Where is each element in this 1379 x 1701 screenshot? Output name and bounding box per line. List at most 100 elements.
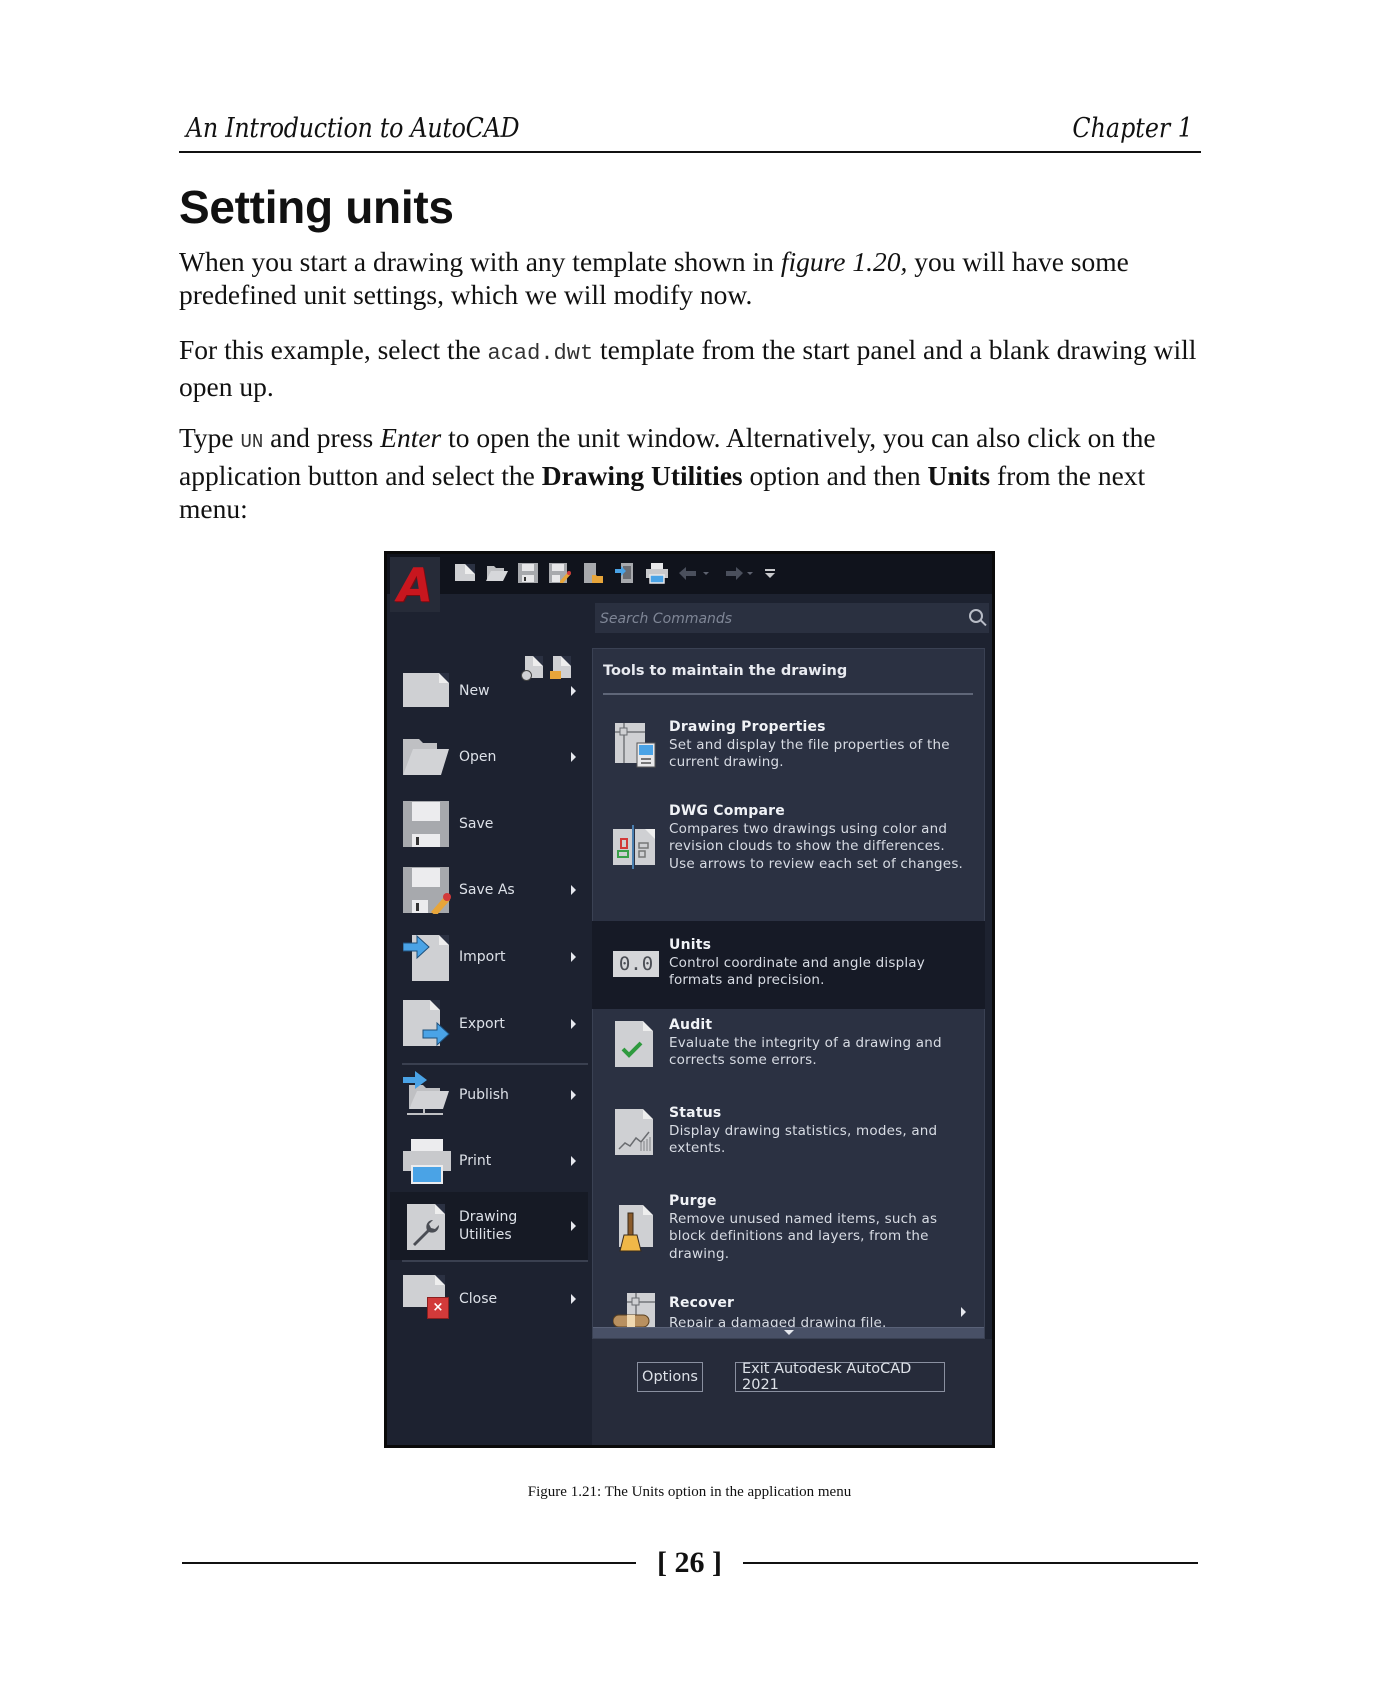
save-as-icon bbox=[403, 866, 451, 916]
autocad-logo-icon: A bbox=[397, 557, 433, 612]
tool-purge[interactable]: Purge Remove unused named items, such as… bbox=[593, 1187, 984, 1293]
submenu-arrow-icon bbox=[571, 752, 576, 762]
submenu-arrow-icon bbox=[571, 686, 576, 696]
exit-autocad-button[interactable]: Exit Autodesk AutoCAD 2021 bbox=[735, 1361, 945, 1393]
tool-name: Audit bbox=[669, 1017, 713, 1033]
tool-description: Set and display the file properties of t… bbox=[669, 736, 950, 771]
publish-icon bbox=[403, 1071, 451, 1119]
search-commands-box[interactable] bbox=[595, 603, 989, 635]
open-icon[interactable] bbox=[485, 562, 509, 584]
footer-rule-left bbox=[182, 1562, 636, 1564]
audit-icon bbox=[613, 1021, 657, 1069]
search-icon[interactable] bbox=[969, 609, 983, 623]
ui-term: Drawing Utilities bbox=[541, 460, 743, 491]
application-button[interactable]: A bbox=[390, 557, 440, 612]
menu-item-export[interactable]: Export bbox=[403, 994, 588, 1054]
menu-item-label: Save As bbox=[459, 882, 515, 898]
redo-icon[interactable] bbox=[721, 562, 745, 584]
paragraph-text: Type bbox=[179, 422, 241, 453]
customize-toolbar-icon[interactable] bbox=[763, 562, 777, 584]
tool-description: Evaluate the integrity of a drawing and … bbox=[669, 1034, 942, 1069]
save-as-icon[interactable] bbox=[547, 562, 571, 584]
menu-item-publish[interactable]: Publish bbox=[403, 1065, 588, 1125]
page-number: [ 26 ] bbox=[657, 1546, 722, 1579]
print-icon bbox=[403, 1137, 451, 1185]
undo-icon[interactable] bbox=[677, 562, 701, 584]
close-document-icon: × bbox=[403, 1275, 451, 1323]
tool-audit[interactable]: Audit Evaluate the integrity of a drawin… bbox=[593, 1011, 984, 1099]
submenu-title: Tools to maintain the drawing bbox=[603, 663, 848, 679]
figure-caption: Figure 1.21: The Units option in the app… bbox=[527, 1484, 852, 1500]
menu-item-label: Save bbox=[459, 816, 494, 832]
paragraph-text: and press bbox=[263, 422, 381, 453]
tool-name: Recover bbox=[669, 1295, 735, 1311]
drawing-properties-icon bbox=[613, 721, 657, 769]
inline-code: UN bbox=[240, 431, 264, 453]
tool-name: Status bbox=[669, 1105, 722, 1121]
paragraph-3: Type UN and press Enter to open the unit… bbox=[179, 421, 1209, 525]
submenu-arrow-icon bbox=[571, 1090, 576, 1100]
menu-separator bbox=[402, 1260, 588, 1262]
menu-item-open[interactable]: Open bbox=[403, 727, 588, 787]
figure-reference: figure 1.20, bbox=[780, 246, 908, 277]
section-title: Setting units bbox=[179, 181, 454, 233]
redo-dropdown-icon[interactable] bbox=[745, 562, 755, 584]
menu-item-label: Drawing Utilities bbox=[459, 1209, 518, 1243]
menu-item-label: Close bbox=[459, 1291, 498, 1307]
plot-icon[interactable] bbox=[645, 562, 669, 584]
scroll-down-button[interactable] bbox=[593, 1327, 984, 1338]
menu-item-label: Export bbox=[459, 1016, 505, 1032]
wrench-document-icon bbox=[403, 1202, 451, 1250]
open-from-cloud-icon[interactable] bbox=[581, 562, 605, 584]
application-menu-screenshot: A New Open Save Save As bbox=[384, 551, 995, 1448]
submenu-title-rule bbox=[603, 693, 973, 695]
menu-item-save[interactable]: Save bbox=[403, 794, 588, 854]
paragraph-2: For this example, select the acad.dwt te… bbox=[179, 333, 1209, 403]
menu-item-save-as[interactable]: Save As bbox=[403, 860, 588, 920]
tool-name: DWG Compare bbox=[669, 803, 785, 819]
header-rule bbox=[179, 151, 1201, 153]
menu-item-print[interactable]: Print bbox=[403, 1131, 588, 1191]
tool-dwg-compare[interactable]: DWG Compare Compares two drawings using … bbox=[593, 795, 984, 903]
menu-item-label: New bbox=[459, 683, 490, 699]
ui-term: Units bbox=[927, 460, 991, 491]
menu-item-import[interactable]: Import bbox=[403, 927, 588, 987]
save-icon[interactable] bbox=[516, 562, 540, 584]
export-icon bbox=[403, 1000, 451, 1048]
options-button[interactable]: Options bbox=[637, 1362, 703, 1392]
menu-item-close[interactable]: × Close bbox=[403, 1269, 588, 1329]
dwg-compare-icon bbox=[613, 825, 657, 873]
tool-description: Remove unused named items, such as block… bbox=[669, 1210, 938, 1262]
menu-item-label: Import bbox=[459, 949, 506, 965]
tool-status[interactable]: Status Display drawing statistics, modes… bbox=[593, 1099, 984, 1187]
menu-item-label: Publish bbox=[459, 1087, 509, 1103]
submenu-arrow-icon bbox=[571, 1156, 576, 1166]
tool-description: Display drawing statistics, modes, and e… bbox=[669, 1122, 938, 1157]
running-header-title: An Introduction to AutoCAD bbox=[186, 113, 520, 144]
submenu-arrow-icon bbox=[571, 885, 576, 895]
paragraph-text: For this example, select the bbox=[179, 334, 488, 365]
submenu-arrow-icon bbox=[571, 1294, 576, 1304]
footer-rule-right bbox=[743, 1562, 1198, 1564]
new-document-icon bbox=[403, 667, 451, 715]
units-icon: 0.0 bbox=[613, 951, 659, 977]
submenu-arrow-icon bbox=[571, 1221, 576, 1231]
inline-code: acad.dwt bbox=[487, 341, 594, 366]
tool-units[interactable]: 0.0 Units Control coordinate and angle d… bbox=[592, 921, 985, 1009]
drawing-utilities-submenu: Tools to maintain the drawing Drawing Pr… bbox=[592, 648, 985, 1339]
menu-item-drawing-utilities[interactable]: Drawing Utilities bbox=[390, 1192, 588, 1260]
undo-dropdown-icon[interactable] bbox=[701, 562, 711, 584]
status-icon bbox=[613, 1109, 657, 1157]
tool-description: Control coordinate and angle display for… bbox=[669, 954, 925, 989]
quick-access-toolbar bbox=[387, 554, 992, 594]
new-icon[interactable] bbox=[453, 562, 477, 584]
tool-recover[interactable]: Recover Repair a damaged drawing file. bbox=[593, 1293, 984, 1333]
save-icon bbox=[403, 800, 451, 848]
search-commands-input[interactable] bbox=[598, 603, 942, 635]
key-name: Enter bbox=[380, 422, 442, 453]
submenu-arrow-icon bbox=[961, 1307, 966, 1317]
menu-item-new[interactable]: New bbox=[403, 661, 588, 721]
paragraph-1: When you start a drawing with any templa… bbox=[179, 245, 1209, 311]
save-to-cloud-icon[interactable] bbox=[613, 562, 637, 584]
tool-drawing-properties[interactable]: Drawing Properties Set and display the f… bbox=[593, 713, 984, 795]
